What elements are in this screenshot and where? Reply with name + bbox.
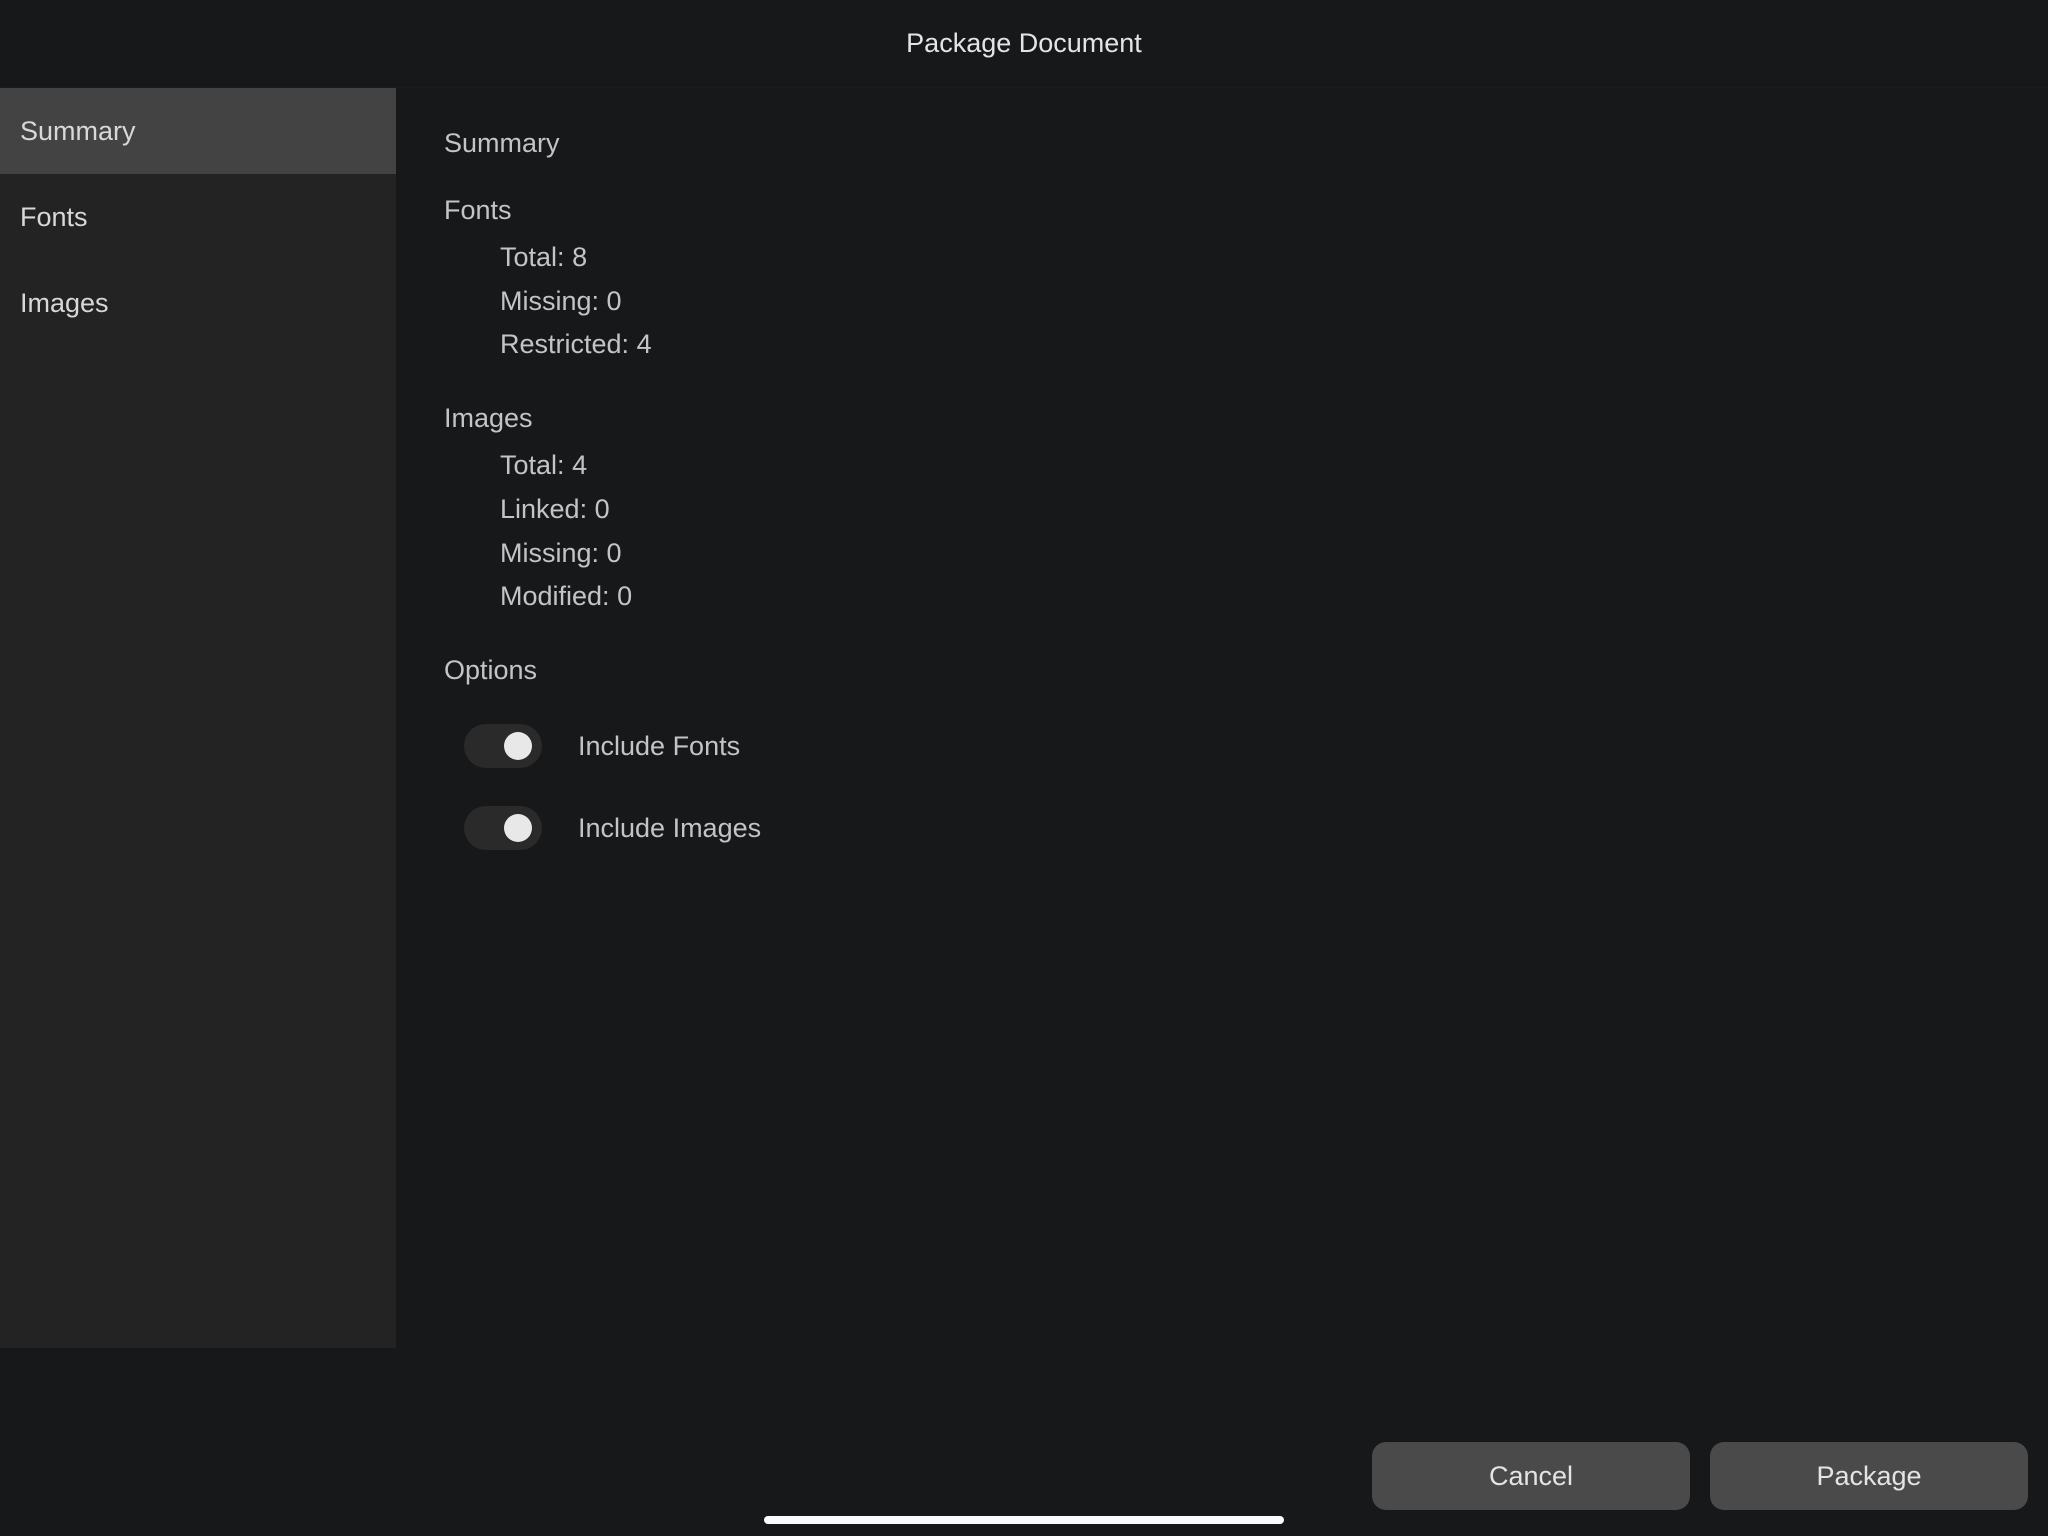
include-fonts-toggle[interactable] [464, 724, 542, 768]
images-missing-value: 0 [607, 538, 622, 568]
sidebar-item-summary[interactable]: Summary [0, 88, 396, 174]
home-indicator[interactable] [764, 1516, 1284, 1524]
footer-actions: Cancel Package [1372, 1442, 2028, 1510]
toggle-knob-icon [504, 732, 532, 760]
sidebar: Summary Fonts Images [0, 88, 396, 1348]
fonts-missing-line: Missing: 0 [444, 280, 2000, 324]
images-modified-label: Modified: [500, 581, 610, 611]
include-fonts-label: Include Fonts [578, 731, 740, 762]
images-total-line: Total: 4 [444, 444, 2000, 488]
fonts-restricted-value: 4 [637, 329, 652, 359]
fonts-total-value: 8 [572, 242, 587, 272]
package-button[interactable]: Package [1710, 1442, 2028, 1510]
images-missing-line: Missing: 0 [444, 532, 2000, 576]
dialog-header: Package Document [0, 0, 2048, 88]
content-area: Summary Fonts Images Summary Fonts Total… [0, 88, 2048, 1536]
fonts-total-line: Total: 8 [444, 236, 2000, 280]
fonts-missing-value: 0 [607, 286, 622, 316]
cancel-button[interactable]: Cancel [1372, 1442, 1690, 1510]
images-missing-label: Missing: [500, 538, 599, 568]
include-images-row: Include Images [444, 806, 2000, 850]
include-images-label: Include Images [578, 813, 761, 844]
images-linked-label: Linked: [500, 494, 587, 524]
sidebar-item-fonts[interactable]: Fonts [0, 174, 396, 260]
sidebar-item-label: Images [20, 288, 109, 319]
images-modified-line: Modified: 0 [444, 575, 2000, 619]
options-block: Options Include Fonts Include Images [444, 655, 2000, 850]
sidebar-item-images[interactable]: Images [0, 260, 396, 346]
images-total-label: Total: [500, 450, 565, 480]
dialog-title: Package Document [906, 28, 1142, 59]
fonts-restricted-label: Restricted: [500, 329, 629, 359]
sidebar-item-label: Summary [20, 116, 136, 147]
images-total-value: 4 [572, 450, 587, 480]
options-heading: Options [444, 655, 2000, 686]
images-summary-block: Images Total: 4 Linked: 0 Missing: 0 Mod… [444, 403, 2000, 619]
fonts-restricted-line: Restricted: 4 [444, 323, 2000, 367]
images-modified-value: 0 [617, 581, 632, 611]
fonts-heading: Fonts [444, 195, 2000, 226]
toggle-knob-icon [504, 814, 532, 842]
fonts-summary-block: Fonts Total: 8 Missing: 0 Restricted: 4 [444, 195, 2000, 367]
images-linked-line: Linked: 0 [444, 488, 2000, 532]
include-images-toggle[interactable] [464, 806, 542, 850]
fonts-total-label: Total: [500, 242, 565, 272]
images-heading: Images [444, 403, 2000, 434]
panel-title: Summary [444, 128, 2000, 159]
include-fonts-row: Include Fonts [444, 724, 2000, 768]
main-panel: Summary Fonts Total: 8 Missing: 0 Restri… [396, 88, 2048, 1536]
sidebar-item-label: Fonts [20, 202, 88, 233]
fonts-missing-label: Missing: [500, 286, 599, 316]
images-linked-value: 0 [595, 494, 610, 524]
